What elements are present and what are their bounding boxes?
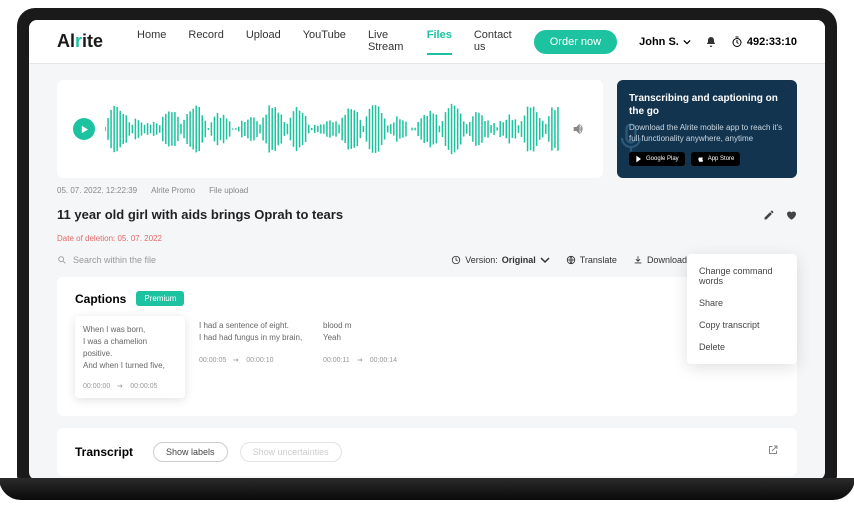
app-store-badge[interactable]: App Store	[691, 152, 741, 166]
file-title: 11 year old girl with aids brings Oprah …	[57, 207, 753, 222]
premium-badge: Premium	[136, 291, 184, 306]
promo-card: Transcribing and captioning on the go Do…	[617, 80, 797, 178]
microphone-icon	[613, 120, 649, 156]
caption-card[interactable]: blood mYeah 00:00:11 00:00:14	[323, 320, 433, 398]
chevron-down-icon	[683, 38, 691, 46]
file-meta: 05. 07. 2022. 12:22:39 Alrite Promo File…	[57, 186, 797, 195]
play-store-icon	[635, 155, 643, 163]
menu-delete[interactable]: Delete	[687, 336, 797, 358]
play-icon	[80, 125, 89, 134]
brand-logo[interactable]: Alrite	[57, 31, 103, 52]
laptop-frame: Alrite Home Record Upload YouTube Live S…	[17, 8, 837, 480]
user-menu-toggle[interactable]: John S.	[639, 36, 691, 48]
nav-live-stream[interactable]: Live Stream	[368, 29, 405, 55]
show-uncertainties-toggle[interactable]: Show uncertainties	[240, 442, 342, 462]
edit-title-icon[interactable]	[763, 209, 775, 221]
caption-text: I had a sentence of eight.I had had fung…	[199, 320, 309, 346]
translate-button[interactable]: Translate	[566, 255, 617, 265]
topbar-right: John S. 492:33:10	[639, 36, 797, 48]
arrow-right-icon	[116, 382, 124, 390]
transcript-heading: Transcript	[75, 445, 133, 459]
promo-body: Download the Alrite mobile app to reach …	[629, 122, 785, 144]
nav-home[interactable]: Home	[137, 29, 166, 55]
caption-card[interactable]: When I was born,I was a chamelion positi…	[75, 316, 185, 398]
menu-change-command-words[interactable]: Change command words	[687, 260, 797, 292]
volume-icon[interactable]	[571, 121, 587, 137]
version-dropdown[interactable]: Version: Original	[451, 255, 550, 265]
caption-times: 00:00:11 00:00:14	[323, 356, 433, 364]
nav-files[interactable]: Files	[427, 29, 452, 55]
audio-player-card: placeholder	[57, 80, 603, 178]
caption-card[interactable]: I had a sentence of eight.I had had fung…	[199, 320, 309, 398]
caption-text: blood mYeah	[323, 320, 433, 346]
captions-section: Captions Premium When I was born,I was a…	[57, 277, 797, 416]
caption-text: When I was born,I was a chamelion positi…	[83, 324, 177, 372]
nav-youtube[interactable]: YouTube	[303, 29, 346, 55]
caption-times: 00:00:00 00:00:05	[83, 382, 177, 390]
deletion-date: Date of deletion: 05. 07. 2022	[57, 234, 797, 243]
favorite-icon[interactable]	[785, 209, 797, 221]
menu-copy-transcript[interactable]: Copy transcript	[687, 314, 797, 336]
arrow-right-icon	[232, 356, 240, 364]
menu-share[interactable]: Share	[687, 292, 797, 314]
app-screen: Alrite Home Record Upload YouTube Live S…	[29, 20, 825, 480]
show-labels-toggle[interactable]: Show labels	[153, 442, 228, 462]
meta-source: File upload	[209, 186, 248, 195]
order-now-button[interactable]: Order now	[534, 30, 617, 54]
more-context-menu: Change command words Share Copy transcri…	[687, 254, 797, 364]
top-nav-bar: Alrite Home Record Upload YouTube Live S…	[29, 20, 825, 64]
chevron-down-icon	[540, 255, 550, 265]
meta-owner: Alrite Promo	[151, 186, 195, 195]
nav-upload[interactable]: Upload	[246, 29, 281, 55]
nav-contact[interactable]: Contact us	[474, 29, 512, 55]
search-input[interactable]: Search within the file	[57, 255, 435, 265]
waveform[interactable]: placeholder	[105, 103, 561, 155]
meta-date: 05. 07. 2022. 12:22:39	[57, 186, 137, 195]
history-icon	[451, 255, 461, 265]
nav-record[interactable]: Record	[188, 29, 223, 55]
file-toolbar: Search within the file Version: Original…	[57, 255, 797, 265]
caption-list: When I was born,I was a chamelion positi…	[75, 320, 779, 398]
caption-times: 00:00:05 00:00:10	[199, 356, 309, 364]
captions-heading: Captions	[75, 292, 126, 306]
promo-title: Transcribing and captioning on the go	[629, 92, 785, 118]
bell-icon[interactable]	[705, 36, 717, 48]
globe-icon	[566, 255, 576, 265]
transcript-section: Transcript Show labels Show uncertaintie…	[57, 428, 797, 476]
play-button[interactable]	[73, 118, 95, 140]
stopwatch-icon	[731, 36, 743, 48]
apple-icon	[697, 155, 705, 163]
time-credit: 492:33:10	[731, 36, 797, 48]
download-icon	[633, 255, 643, 265]
user-name: John S.	[639, 36, 679, 48]
open-external-icon[interactable]	[767, 443, 779, 461]
search-icon	[57, 255, 67, 265]
page-content: placeholder Transcribing and captioning …	[29, 64, 825, 480]
main-nav: Home Record Upload YouTube Live Stream F…	[137, 29, 512, 55]
arrow-right-icon	[356, 356, 364, 364]
